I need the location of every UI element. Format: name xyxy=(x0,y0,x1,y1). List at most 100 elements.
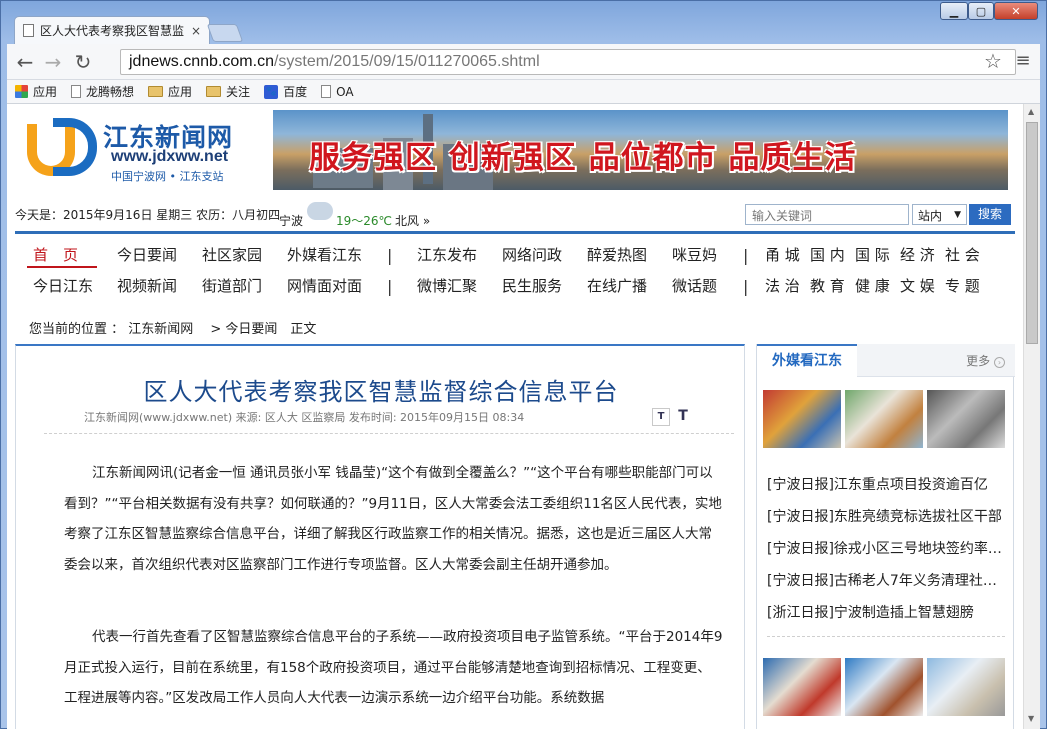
chevron-right-icon: › xyxy=(994,357,1005,368)
more-link[interactable]: 更多 › xyxy=(966,352,1005,369)
minimize-button[interactable]: ▁ xyxy=(940,2,968,20)
banner-slogan: 服务强区 创新强区 品位都市 品质生活 xyxy=(309,140,857,176)
banner-image[interactable]: 服务强区 创新强区 品位都市 品质生活 xyxy=(273,110,1008,190)
nav-item[interactable]: 法 治 xyxy=(765,275,800,296)
sidebar-news-item[interactable]: [宁波日报]东胜亮绩竞标选拔社区干部 xyxy=(767,506,1007,526)
sidebar-title[interactable]: 外媒看江东 xyxy=(757,344,857,377)
article-meta: 江东新闻网(www.jdxww.net) 来源: 区人大 区监察局 发布时间: … xyxy=(84,411,525,424)
nav-item[interactable]: 微话题 xyxy=(672,275,717,296)
nav-item[interactable]: 在线广播 xyxy=(587,275,647,296)
page-icon xyxy=(321,85,332,98)
site-url: www.jdxww.net xyxy=(111,148,229,165)
baidu-paw-icon: 🐾 xyxy=(264,84,279,99)
bookmark-apps[interactable]: 应用 xyxy=(15,83,57,100)
menu-icon[interactable]: ≡ xyxy=(1011,50,1035,72)
nav-item[interactable]: 微博汇聚 xyxy=(417,275,477,296)
bookmark-folder-follow[interactable]: 关注 xyxy=(206,83,250,100)
forward-icon[interactable]: → xyxy=(41,51,65,73)
nav-item-home[interactable]: 首 页 xyxy=(33,244,78,265)
weather-temp: 19～26℃ xyxy=(336,214,393,228)
breadcrumb: 您当前的位置 ： 江东新闻网 > 今日要闻 正文 xyxy=(29,322,317,337)
folder-icon xyxy=(206,86,222,97)
nav-item[interactable]: 甬 城 xyxy=(765,244,800,265)
bookmark-star-icon[interactable]: ☆ xyxy=(981,50,1005,72)
bookmark-folder-apps[interactable]: 应用 xyxy=(148,83,192,100)
close-window-button[interactable]: ✕ xyxy=(994,2,1038,20)
nav-separator: | xyxy=(743,277,749,296)
nav-item[interactable]: 社区家园 xyxy=(202,244,262,265)
article-paragraph: 江东新闻网讯(记者金一恒 通讯员张小军 钱晶莹)“这个有做到全覆盖么？”“这个平… xyxy=(64,465,722,573)
nav-item[interactable]: 专 题 xyxy=(945,275,980,296)
nav-item[interactable]: 民生服务 xyxy=(502,275,562,296)
nav-active-underline xyxy=(27,266,97,268)
nav-item[interactable]: 今日要闻 xyxy=(117,244,177,265)
nav-separator: | xyxy=(387,277,393,296)
news-thumbnail[interactable] xyxy=(763,390,841,448)
nav-item[interactable]: 教 育 xyxy=(810,275,845,296)
nav-item[interactable]: 国 际 xyxy=(855,244,890,265)
new-tab-button[interactable] xyxy=(206,24,244,42)
address-bar[interactable]: jdnews.cnnb.com.cn/system/2015/09/15/011… xyxy=(120,49,1016,75)
nav-item[interactable]: 街道部门 xyxy=(202,275,262,296)
bookmark-label: 龙腾畅想 xyxy=(86,85,135,99)
url-path: /system/2015/09/15/011270065.shtml xyxy=(273,53,540,70)
nav-item[interactable]: 视频新闻 xyxy=(117,275,177,296)
nav-item[interactable]: 今日江东 xyxy=(33,275,93,296)
nav-item[interactable]: 网情面对面 xyxy=(287,275,362,296)
close-tab-icon[interactable]: × xyxy=(191,24,201,38)
nav-item[interactable]: 文 娱 xyxy=(900,275,935,296)
back-icon[interactable]: ← xyxy=(13,51,37,73)
browser-tab[interactable]: 区人大代表考察我区智慧监 × xyxy=(14,16,210,44)
search-button[interactable]: 搜索 xyxy=(969,204,1011,225)
scrollbar-thumb[interactable] xyxy=(1026,122,1038,344)
sidebar-panel: 外媒看江东 更多 › [宁波日报]江东重点项目投资逾百亿 [宁波日报]东胜亮绩竞… xyxy=(756,344,1015,729)
bookmark-baidu[interactable]: 🐾 百度 xyxy=(264,83,307,100)
nav-item[interactable]: 健 康 xyxy=(855,275,890,296)
nav-item[interactable]: 网络问政 xyxy=(502,244,562,265)
maximize-button[interactable]: ▢ xyxy=(968,2,994,20)
article-paragraph: 代表一行首先查看了区智慧监察综合信息平台的子系统——政府投资项目电子监管系统。“… xyxy=(64,629,723,706)
article-box: 区人大代表考察我区智慧监督综合信息平台 江东新闻网(www.jdxww.net)… xyxy=(15,344,745,729)
page-icon xyxy=(23,24,34,37)
nav-item[interactable]: 经 济 xyxy=(900,244,935,265)
sidebar-header: 外媒看江东 更多 › xyxy=(757,344,1015,377)
page-icon xyxy=(71,85,82,98)
sidebar-news-item[interactable]: [宁波日报]江东重点项目投资逾百亿 xyxy=(767,474,1007,494)
font-large-button[interactable]: T xyxy=(674,408,692,426)
sidebar-news-item[interactable]: [宁波日报]古稀老人7年义务清理社… xyxy=(767,570,1007,590)
divider xyxy=(15,231,1015,234)
sidebar-news-item[interactable]: [浙江日报]宁波制造插上智慧翅膀 xyxy=(767,602,1007,622)
nav-row-2: 今日江东 视频新闻 街道部门 网情面对面 | 微博汇聚 民生服务 在线广播 微话… xyxy=(7,275,1023,297)
news-thumbnail[interactable] xyxy=(763,658,841,716)
bookmark-longteng[interactable]: 龙腾畅想 xyxy=(71,83,134,100)
bookmark-label: 应用 xyxy=(33,85,58,99)
news-thumbnail[interactable] xyxy=(845,658,923,716)
nav-separator: | xyxy=(387,246,393,265)
scroll-up-icon[interactable]: ▲ xyxy=(1028,107,1034,116)
news-thumbnail[interactable] xyxy=(845,390,923,448)
cloud-rain-icon xyxy=(307,202,333,220)
folder-icon xyxy=(148,86,164,97)
site-logo[interactable] xyxy=(27,118,99,180)
apps-grid-icon xyxy=(15,85,28,98)
bookmark-label: 关注 xyxy=(226,85,251,99)
nav-item[interactable]: 外媒看江东 xyxy=(287,244,362,265)
more-label: 更多 xyxy=(966,354,991,368)
sidebar-news-item[interactable]: [宁波日报]徐戎小区三号地块签约率… xyxy=(767,538,1007,558)
news-thumbnail[interactable] xyxy=(927,658,1005,716)
bookmark-oa[interactable]: OA xyxy=(321,85,354,99)
font-small-button[interactable]: T xyxy=(652,408,670,426)
scroll-down-icon[interactable]: ▼ xyxy=(1028,714,1034,723)
browser-toolbar: ← → ↻ jdnews.cnnb.com.cn/system/2015/09/… xyxy=(7,44,1040,80)
nav-item[interactable]: 社 会 xyxy=(945,244,980,265)
scrollbar[interactable]: ▲ ▼ xyxy=(1023,104,1040,729)
search-input[interactable]: 输入关键词 xyxy=(745,204,909,225)
divider xyxy=(767,636,1005,637)
nav-item[interactable]: 咪豆妈 xyxy=(672,244,717,265)
nav-item[interactable]: 醉爱热图 xyxy=(587,244,647,265)
news-thumbnail[interactable] xyxy=(927,390,1005,448)
nav-item[interactable]: 国 内 xyxy=(810,244,845,265)
search-scope-select[interactable]: 站内 ▼ xyxy=(912,204,967,225)
nav-item[interactable]: 江东发布 xyxy=(417,244,477,265)
reload-icon[interactable]: ↻ xyxy=(71,51,95,73)
